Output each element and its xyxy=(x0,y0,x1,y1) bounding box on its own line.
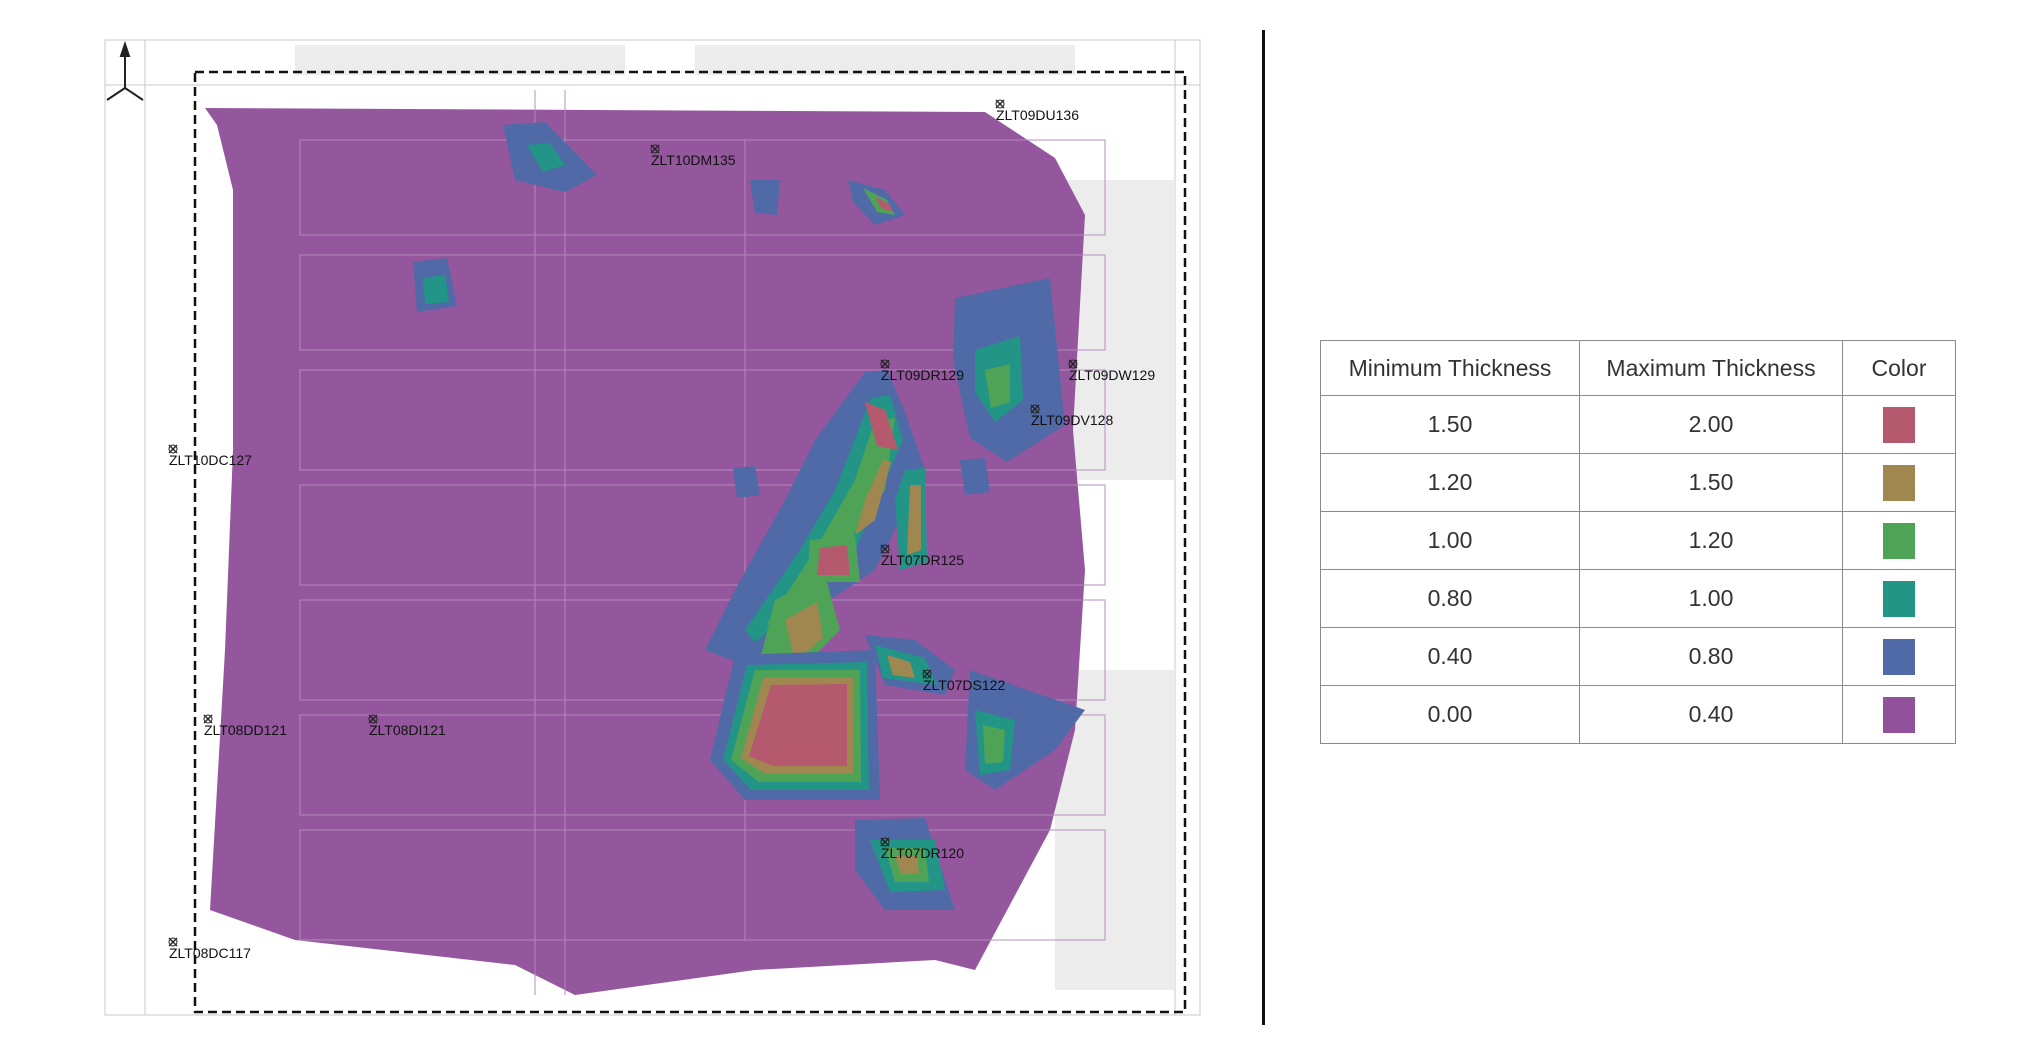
legend-max: 1.50 xyxy=(1579,453,1843,512)
map-canvas: ZLT09DU136 ZLT10DM135 ZLT09DR129 ZLT09DW129… xyxy=(95,30,1215,1025)
legend-max: 0.40 xyxy=(1579,685,1843,744)
legend-swatch xyxy=(1883,580,1915,617)
well-label: ZLT09DU136 xyxy=(996,107,1079,123)
thickness-legend: Minimum Thickness Maximum Thickness Colo… xyxy=(1320,340,1956,744)
legend-row: 1.00 1.20 xyxy=(1320,511,1956,570)
legend-max: 2.00 xyxy=(1579,395,1843,454)
legend-max: 0.80 xyxy=(1579,627,1843,686)
thickness-map: ZLT09DU136 ZLT10DM135 ZLT09DR129 ZLT09DW129… xyxy=(95,30,1215,1025)
legend-row: 0.40 0.80 xyxy=(1320,627,1956,686)
well-label: ZLT10DC127 xyxy=(169,452,252,468)
legend-min: 1.00 xyxy=(1320,511,1580,570)
legend-max: 1.20 xyxy=(1579,511,1843,570)
legend-row: 0.80 1.00 xyxy=(1320,569,1956,628)
well-label: ZLT07DS122 xyxy=(923,677,1005,693)
legend-min: 0.40 xyxy=(1320,627,1580,686)
legend-max: 1.00 xyxy=(1579,569,1843,628)
panel-divider xyxy=(1262,30,1265,1025)
legend-min: 0.00 xyxy=(1320,685,1580,744)
legend-row: 1.50 2.00 xyxy=(1320,395,1956,454)
legend-header-row: Minimum Thickness Maximum Thickness Colo… xyxy=(1320,340,1956,396)
legend-min: 0.80 xyxy=(1320,569,1580,628)
legend-swatch xyxy=(1883,406,1915,443)
legend-header-color: Color xyxy=(1842,340,1956,396)
legend-min: 1.20 xyxy=(1320,453,1580,512)
legend-swatch xyxy=(1883,522,1915,559)
legend-swatch xyxy=(1883,464,1915,501)
well-label: ZLT10DM135 xyxy=(651,152,736,168)
legend-row: 0.00 0.40 xyxy=(1320,685,1956,744)
well-label: ZLT09DW129 xyxy=(1069,367,1155,383)
well-label: ZLT09DV128 xyxy=(1031,412,1113,428)
legend-swatch xyxy=(1883,638,1915,675)
well-label: ZLT09DR129 xyxy=(881,367,964,383)
well-label: ZLT07DR125 xyxy=(881,552,964,568)
legend-swatch xyxy=(1883,696,1915,733)
well-label: ZLT08DC117 xyxy=(169,945,251,961)
legend-header-min: Minimum Thickness xyxy=(1320,340,1580,396)
legend-header-max: Maximum Thickness xyxy=(1579,340,1843,396)
legend-row: 1.20 1.50 xyxy=(1320,453,1956,512)
legend-min: 1.50 xyxy=(1320,395,1580,454)
well-label: ZLT08DI121 xyxy=(369,722,446,738)
well-label: ZLT08DD121 xyxy=(204,722,287,738)
well-label: ZLT07DR120 xyxy=(881,845,964,861)
